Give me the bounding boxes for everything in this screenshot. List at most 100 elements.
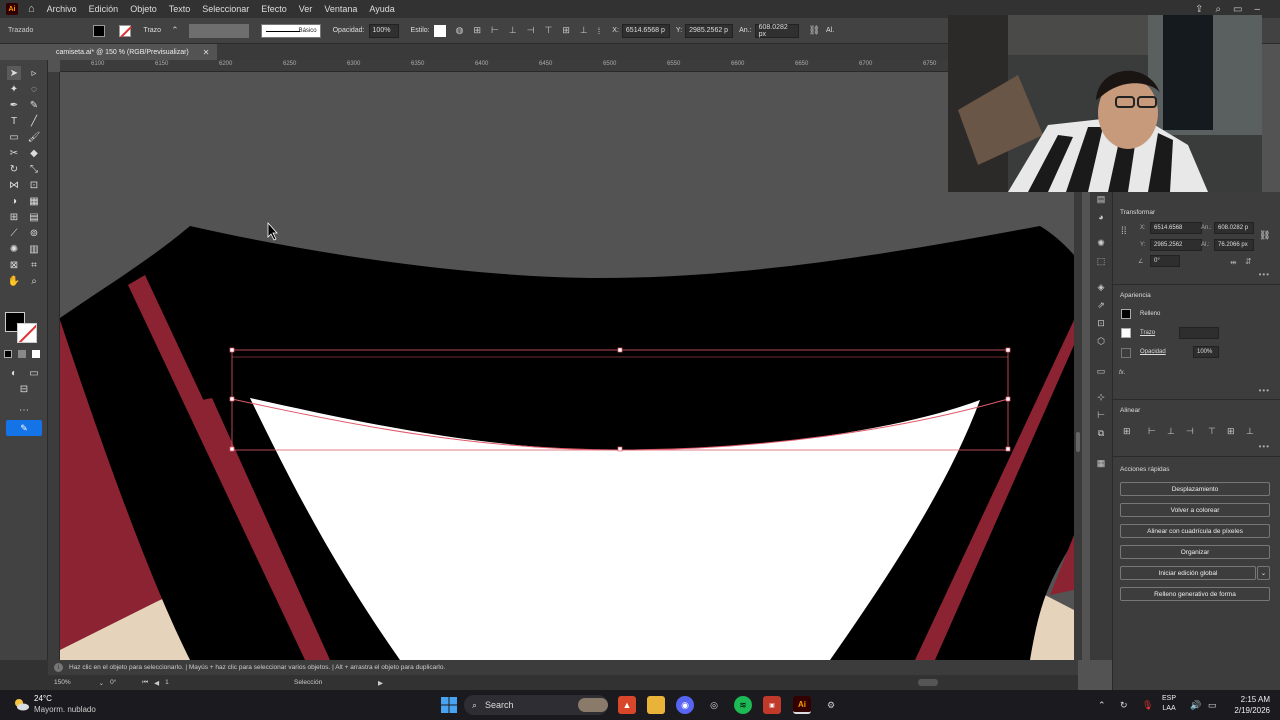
width-tool-icon[interactable]: ⋈ — [7, 178, 21, 192]
more-tools-icon[interactable]: ⋯ — [17, 403, 31, 417]
more-options-icon[interactable]: ••• — [1259, 442, 1270, 451]
constrain-proportions-icon[interactable]: ⛓ — [1259, 230, 1270, 241]
settings-icon[interactable]: ⚙ — [822, 696, 840, 714]
transform-x-input[interactable]: 6514.6568 — [1150, 222, 1202, 234]
properties-icon[interactable]: ▤ — [1094, 192, 1108, 206]
color-mode-icon[interactable] — [4, 350, 12, 358]
blend-tool-icon[interactable]: ⊚ — [27, 226, 41, 240]
video-app-icon[interactable]: ▣ — [763, 696, 781, 714]
flip-vertical-icon[interactable]: ⇵ — [1245, 257, 1252, 266]
curvature-tool-icon[interactable]: ✎ — [27, 98, 41, 112]
weather-temperature[interactable]: 24°C — [34, 694, 52, 703]
align-center-icon[interactable]: ⊥ — [509, 25, 517, 36]
rotate-tool-icon[interactable]: ↻ — [7, 162, 21, 176]
microphone-icon[interactable]: 🎙 — [1142, 690, 1153, 720]
document-tab[interactable]: camiseta.ai* @ 150 % (RGB/Previsualizar)… — [48, 44, 218, 60]
speaker-icon[interactable]: 🔊 — [1190, 690, 1201, 720]
stroke-weight-input[interactable] — [1179, 327, 1219, 339]
appearance-stroke-swatch[interactable] — [1121, 328, 1131, 338]
change-screen-mode-icon[interactable]: ⊟ — [17, 382, 31, 396]
search-highlight-icon[interactable] — [578, 698, 608, 712]
eraser-tool-icon[interactable]: ◆ — [27, 146, 41, 160]
paintbrush-tool-icon[interactable]: 🖌 — [27, 130, 41, 144]
shaper-tool-icon[interactable]: ✂ — [7, 146, 21, 160]
align-left-icon[interactable]: ⊢ — [491, 25, 499, 36]
align-top-icon[interactable]: ⊤ — [545, 25, 553, 36]
toolbar-stroke-swatch[interactable] — [17, 323, 37, 343]
menu-edicion[interactable]: Edición — [89, 4, 119, 14]
align-left-icon[interactable]: ⊢ — [1148, 426, 1156, 437]
transform-h-input[interactable]: 76.2066 px — [1214, 239, 1254, 251]
status-mode[interactable]: Selección — [294, 679, 322, 686]
fx-icon[interactable]: fx. — [1119, 370, 1125, 376]
align-right-icon[interactable]: ⊣ — [527, 25, 535, 36]
global-edit-button[interactable]: Iniciar edición global — [1120, 566, 1256, 580]
network-icon[interactable]: ↻ — [1120, 690, 1128, 720]
pathfinder-icon[interactable]: ⧉ — [1094, 426, 1108, 440]
vertical-ruler[interactable] — [48, 72, 60, 660]
slice-tool-icon[interactable]: ⌗ — [27, 258, 41, 272]
brave-browser-icon[interactable]: ▲ — [618, 696, 636, 714]
artboard-canvas[interactable] — [60, 72, 1074, 660]
menu-seleccionar[interactable]: Seleccionar — [202, 4, 249, 14]
search-icon[interactable]: ⌕ — [1215, 4, 1221, 15]
menu-objeto[interactable]: Objeto — [130, 4, 157, 14]
generative-shape-fill-button[interactable]: Relleno generativo de forma — [1120, 587, 1270, 601]
flip-horizontal-icon[interactable]: ⇹ — [1230, 258, 1237, 267]
rectangle-tool-icon[interactable]: ▭ — [7, 130, 21, 144]
jersey-artwork[interactable] — [60, 72, 1074, 660]
align-bottom-icon[interactable]: ⊥ — [580, 25, 588, 36]
screen-mode-icon[interactable]: ▭ — [27, 366, 41, 380]
scale-tool-icon[interactable]: ⤡ — [27, 162, 41, 176]
link-proportions-icon[interactable]: ⛓ — [809, 25, 820, 36]
stroke-swatch[interactable] — [119, 24, 132, 37]
zoom-select[interactable]: 150% — [54, 679, 71, 686]
y-input[interactable]: 2985.2562 p — [685, 23, 734, 38]
recolor-icon[interactable]: ◍ — [456, 25, 464, 36]
reference-point-icon[interactable]: ⁞ — [598, 26, 601, 36]
input-language[interactable]: ESP LAA — [1162, 694, 1176, 714]
x-input[interactable]: 6514.6568 p — [621, 23, 670, 38]
weather-description[interactable]: Mayorm. nublado — [34, 705, 96, 714]
line-tool-icon[interactable]: ╱ — [27, 114, 41, 128]
first-artboard-icon[interactable]: ⏮ — [142, 679, 148, 687]
appearance-stroke-label[interactable]: Trazo — [1140, 330, 1155, 336]
fill-swatch[interactable] — [93, 24, 106, 37]
weather-icon[interactable] — [12, 695, 30, 713]
prev-artboard-icon[interactable]: ◀ — [154, 679, 159, 687]
none-mode-icon[interactable] — [32, 350, 40, 358]
export-icon[interactable]: ⇗ — [1094, 298, 1108, 312]
appearance-opacity-input[interactable]: 100% — [1193, 346, 1219, 358]
brush-definition-select[interactable]: Básico — [260, 23, 321, 38]
rotate-angle-input[interactable]: 0° — [1150, 255, 1180, 267]
variable-width-field[interactable] — [188, 23, 249, 38]
direct-selection-tool-icon[interactable]: ▹ — [27, 66, 41, 80]
align-bottom-icon[interactable]: ⊥ — [1246, 426, 1254, 437]
align-hcenter-icon[interactable]: ⊥ — [1167, 426, 1175, 437]
offset-path-button[interactable]: Desplazamiento — [1120, 482, 1270, 496]
close-icon[interactable]: ✕ — [203, 48, 210, 57]
rotation-select[interactable]: 0° — [110, 679, 116, 686]
align-top-icon[interactable]: ⊤ — [1208, 426, 1216, 437]
battery-icon[interactable]: ▭ — [1208, 690, 1217, 720]
draw-mode-icon[interactable]: ◐ — [7, 366, 21, 380]
artboard-number[interactable]: 1 — [165, 679, 169, 686]
align-to-icon[interactable]: ⊞ — [1123, 426, 1131, 437]
style-swatch[interactable] — [433, 24, 446, 37]
gradient-tool-icon[interactable]: ▤ — [27, 210, 41, 224]
symbol-sprayer-tool-icon[interactable]: ✺ — [7, 242, 21, 256]
spotify-icon[interactable]: ≋ — [734, 696, 752, 714]
tray-chevron-icon[interactable]: ⌃ — [1098, 690, 1106, 720]
arrange-button[interactable]: Organizar — [1120, 545, 1270, 559]
menu-archivo[interactable]: Archivo — [47, 4, 77, 14]
swatches-icon[interactable]: ✺ — [1094, 236, 1108, 250]
more-options-icon[interactable]: ••• — [1259, 386, 1270, 395]
appearance-opacity-label[interactable]: Opacidad — [1140, 349, 1166, 355]
obs-icon[interactable]: ◎ — [705, 696, 723, 714]
chevron-down-icon[interactable]: ⌄ — [99, 679, 104, 687]
stroke-weight-stepper[interactable]: ⌃ — [171, 25, 179, 36]
column-graph-tool-icon[interactable]: ▥ — [27, 242, 41, 256]
horizontal-scroll-thumb[interactable] — [918, 679, 938, 686]
gradient-mode-icon[interactable] — [18, 350, 26, 358]
align-icon[interactable]: ⊢ — [1094, 408, 1108, 422]
